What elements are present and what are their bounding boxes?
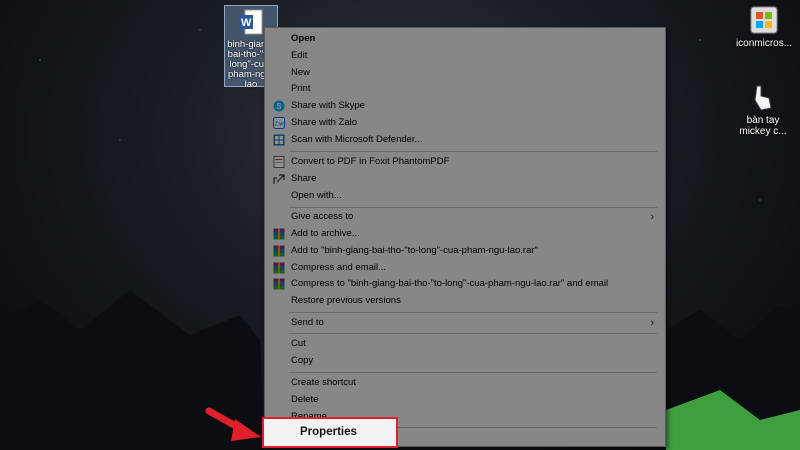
menu-item-restore-versions[interactable]: Restore previous versions xyxy=(266,293,664,309)
word-file-icon: W xyxy=(239,9,263,35)
menu-item-new[interactable]: New xyxy=(266,65,664,81)
chevron-right-icon: › xyxy=(650,211,654,223)
skype-icon: S xyxy=(273,100,285,112)
menu-item-give-access[interactable]: Give access to › xyxy=(266,209,664,225)
menu-item-label: Send to xyxy=(291,317,324,328)
menu-item-open-with[interactable]: Open with... xyxy=(266,188,664,204)
menu-item-label: Print xyxy=(291,83,311,94)
menu-separator xyxy=(289,151,657,152)
zalo-icon: Zalo xyxy=(273,117,285,129)
winrar-icon xyxy=(273,245,285,257)
menu-item-compress-email[interactable]: Compress and email... xyxy=(266,260,664,276)
mickey-hand-shortcut[interactable]: bàn tay mickey c... xyxy=(734,84,792,137)
winrar-icon xyxy=(273,262,285,274)
menu-item-share-zalo[interactable]: Zalo Share with Zalo xyxy=(266,115,664,131)
mickey-icon-label: bàn tay mickey c... xyxy=(739,115,787,137)
menu-item-label: Share with Zalo xyxy=(291,117,358,128)
menu-item-label: Delete xyxy=(291,394,319,405)
menu-item-label: Properties xyxy=(300,426,357,438)
menu-item-add-archive[interactable]: Add to archive... xyxy=(266,226,664,242)
menu-separator xyxy=(289,372,657,373)
winrar-icon xyxy=(273,228,285,240)
menu-item-label: Compress to "binh-giang-bai-tho-"to-long… xyxy=(291,278,609,289)
menu-item-label: Scan with Microsoft Defender... xyxy=(291,134,423,145)
menu-item-label: Restore previous versions xyxy=(291,295,401,306)
menu-item-label: Share xyxy=(291,173,317,184)
context-menu: Open Edit New Print S Share with Skype Z… xyxy=(264,27,666,447)
menu-item-cut[interactable]: Cut xyxy=(266,336,664,352)
menu-item-share-skype[interactable]: S Share with Skype xyxy=(266,98,664,114)
menu-item-share[interactable]: Share xyxy=(266,171,664,187)
menu-separator xyxy=(289,333,657,334)
menu-item-label: Share with Skype xyxy=(291,100,365,111)
menu-item-label: Add to "binh-giang-bai-tho-"to-long"-cua… xyxy=(291,245,538,256)
hand-cursor-icon xyxy=(754,85,772,111)
svg-text:Zalo: Zalo xyxy=(275,122,286,128)
share-icon xyxy=(273,174,285,184)
menu-item-properties[interactable]: Properties xyxy=(262,417,398,448)
menu-item-add-to-rar[interactable]: Add to "binh-giang-bai-tho-"to-long"-cua… xyxy=(266,243,664,259)
office-icon xyxy=(750,6,778,34)
menu-item-label: New xyxy=(291,67,311,78)
menu-item-label: Give access to xyxy=(291,211,354,222)
menu-item-send-to[interactable]: Send to › xyxy=(266,315,664,331)
menu-item-open[interactable]: Open xyxy=(266,31,664,47)
menu-separator xyxy=(289,207,657,208)
menu-item-create-shortcut[interactable]: Create shortcut xyxy=(266,375,664,391)
menu-item-label: Open xyxy=(291,33,316,44)
menu-item-label: Compress and email... xyxy=(291,262,387,273)
menu-item-print[interactable]: Print xyxy=(266,81,664,97)
menu-item-convert-pdf[interactable]: Convert to PDF in Foxit PhantomPDF xyxy=(266,154,664,170)
menu-item-delete[interactable]: Delete xyxy=(266,392,664,408)
defender-icon xyxy=(273,134,285,146)
menu-item-label: Create shortcut xyxy=(291,377,356,388)
ms-icon-label: iconmicros... xyxy=(735,38,793,49)
menu-item-label: Add to archive... xyxy=(291,228,360,239)
menu-item-label: Open with... xyxy=(291,190,342,201)
microsoft-office-shortcut[interactable]: iconmicros... xyxy=(733,5,795,49)
menu-item-label: Copy xyxy=(291,355,314,366)
menu-item-label: Convert to PDF in Foxit PhantomPDF xyxy=(291,156,450,167)
menu-item-edit[interactable]: Edit xyxy=(266,48,664,64)
svg-text:W: W xyxy=(241,17,252,29)
winrar-icon xyxy=(273,278,285,290)
menu-item-label: Edit xyxy=(291,50,308,61)
chevron-right-icon: › xyxy=(650,317,654,329)
menu-item-compress-to-rar-email[interactable]: Compress to "binh-giang-bai-tho-"to-long… xyxy=(266,276,664,292)
menu-item-label: Cut xyxy=(291,338,306,349)
menu-item-scan-defender[interactable]: Scan with Microsoft Defender... xyxy=(266,132,664,148)
menu-separator xyxy=(289,312,657,313)
foxit-icon xyxy=(273,156,285,168)
menu-item-copy[interactable]: Copy xyxy=(266,353,664,369)
red-pointer-arrow-icon xyxy=(205,407,261,441)
svg-text:S: S xyxy=(276,102,282,111)
